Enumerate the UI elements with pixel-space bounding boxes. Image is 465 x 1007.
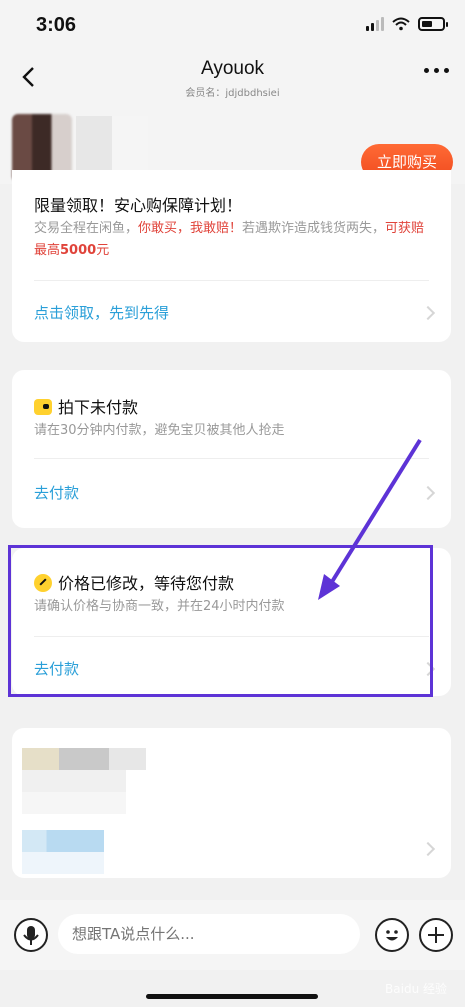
unpaid-card: 拍下未付款 请在30分钟内付款，避免宝贝被其他人抢走 去付款 <box>12 370 451 528</box>
guarantee-text-part: 若遇欺诈造成钱货两失， <box>242 221 386 236</box>
watermark: Baidu 经验 <box>385 982 447 996</box>
unpaid-title-text: 拍下未付款 <box>58 398 139 417</box>
wifi-icon <box>392 17 410 31</box>
blurred-content <box>22 830 104 852</box>
page-title: Ayouok <box>200 58 265 79</box>
chevron-right-icon <box>420 305 436 321</box>
claim-link[interactable]: 点击领取，先到先得 <box>34 302 169 323</box>
divider <box>34 280 429 281</box>
message-input[interactable] <box>58 914 360 954</box>
chevron-right-icon <box>420 485 436 501</box>
guarantee-title: 限量领取！安心购保障计划！ <box>34 196 243 215</box>
emoji-icon[interactable] <box>375 918 409 952</box>
status-bar: 3:06 <box>0 0 465 52</box>
nav-bar: Ayouok 会员名：jdjdbdhsiei <box>0 52 465 104</box>
divider <box>34 458 429 459</box>
chevron-right-icon <box>420 841 436 857</box>
guarantee-text: 交易全程在闲鱼，你敢买，我敢赔！若遇欺诈造成钱货两失，可获赔最高5000元 <box>34 218 434 262</box>
unpaid-text: 请在30分钟内付款，避免宝贝被其他人抢走 <box>34 423 285 438</box>
guarantee-card: 限量领取！安心购保障计划！ 交易全程在闲鱼，你敢买，我敢赔！若遇欺诈造成钱货两失… <box>12 170 451 342</box>
member-name: 会员名：jdjdbdhsiei <box>185 88 280 99</box>
blurred-content <box>22 748 146 770</box>
home-indicator <box>146 994 318 999</box>
wallet-icon <box>34 399 52 415</box>
blurred-card <box>12 728 451 878</box>
input-bar <box>0 900 465 970</box>
more-icon[interactable] <box>424 68 449 73</box>
unpaid-title: 拍下未付款 <box>34 394 138 418</box>
product-info-blurred <box>76 116 148 176</box>
status-time: 3:06 <box>36 14 77 36</box>
status-icons <box>366 17 448 31</box>
signal-icon <box>366 17 384 31</box>
blurred-content <box>22 792 126 814</box>
blurred-content <box>22 770 126 792</box>
microphone-icon[interactable] <box>14 918 48 952</box>
guarantee-text-part: 交易全程在闲鱼， <box>34 221 139 236</box>
guarantee-text-part: 你敢买，我敢赔！ <box>138 221 243 236</box>
pay-link[interactable]: 去付款 <box>34 482 79 503</box>
highlight-box <box>8 545 433 697</box>
blurred-content <box>22 852 104 874</box>
guarantee-text-part: 5000 <box>60 243 97 258</box>
plus-icon[interactable] <box>419 918 453 952</box>
guarantee-text-part: 元 <box>96 243 110 258</box>
battery-icon <box>418 17 448 31</box>
